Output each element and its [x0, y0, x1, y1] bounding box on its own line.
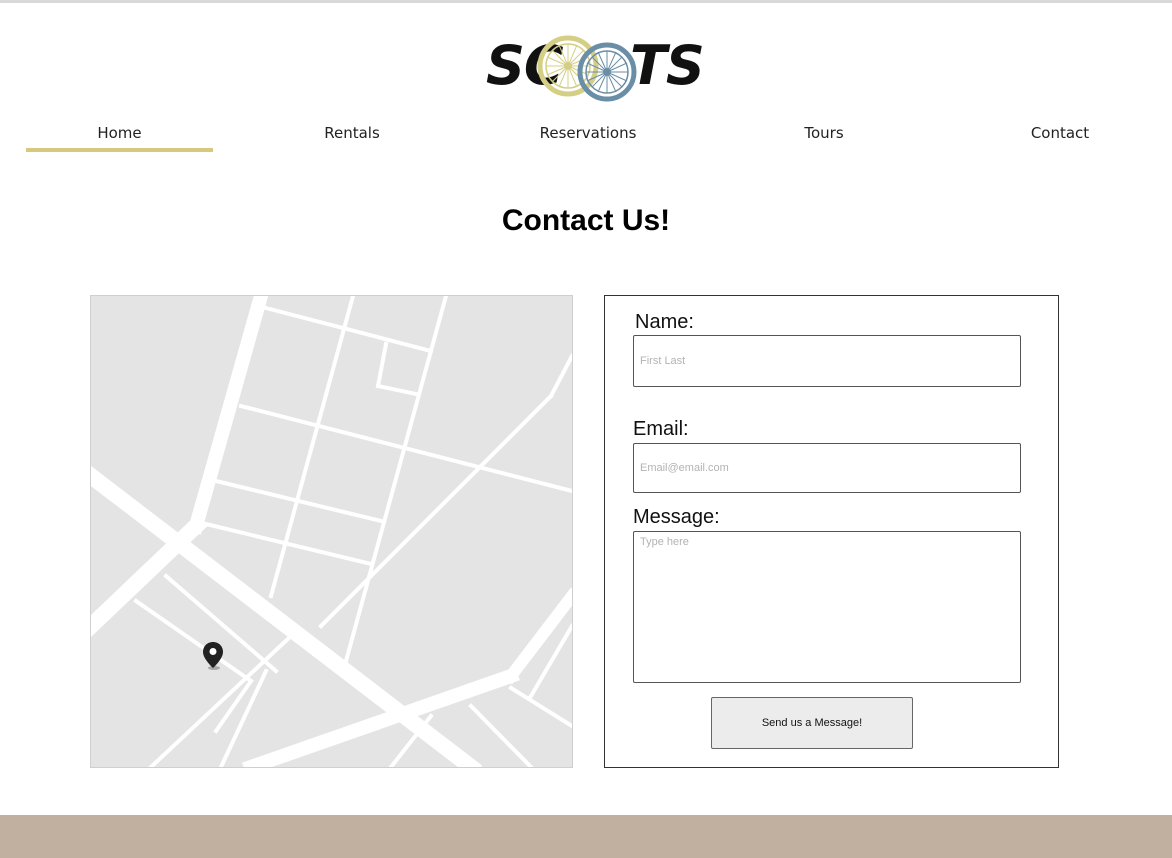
footer-bar	[0, 815, 1172, 858]
logo-text-right: TS	[630, 34, 705, 97]
message-textarea[interactable]	[633, 531, 1021, 683]
nav-item-reservations[interactable]: Reservations	[498, 118, 678, 148]
main-nav: Home Rentals Reservations Tours Contact	[0, 118, 1172, 152]
scoots-logo[interactable]: SC TS	[480, 32, 705, 108]
contact-form: Name: Email: Message: Send us a Message!	[604, 295, 1059, 768]
map-streets	[91, 296, 572, 767]
wheel-blue-icon	[577, 42, 637, 102]
map-pin-icon[interactable]	[202, 641, 224, 671]
name-input[interactable]	[633, 335, 1021, 387]
nav-item-tours[interactable]: Tours	[734, 118, 914, 148]
page-title: Contact Us!	[501, 204, 671, 237]
nav-item-contact[interactable]: Contact	[970, 118, 1150, 148]
email-label: Email:	[633, 418, 689, 440]
nav-item-rentals[interactable]: Rentals	[262, 118, 442, 148]
nav-item-home[interactable]: Home	[26, 118, 213, 152]
location-map[interactable]	[90, 295, 573, 768]
top-rule	[0, 0, 1172, 3]
send-message-button[interactable]: Send us a Message!	[711, 697, 913, 749]
name-label: Name:	[635, 311, 694, 333]
email-input[interactable]	[633, 443, 1021, 493]
message-label: Message:	[633, 506, 720, 528]
